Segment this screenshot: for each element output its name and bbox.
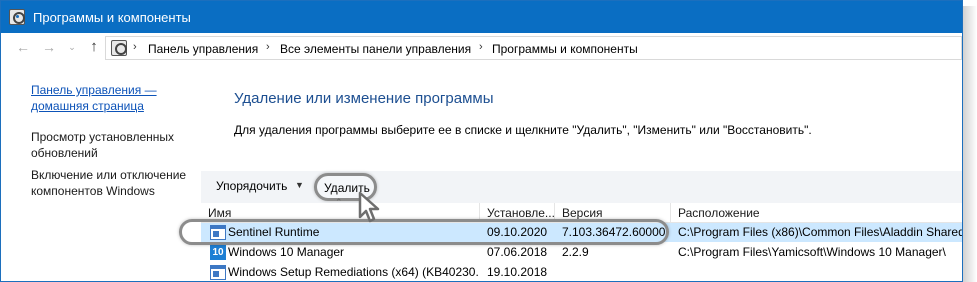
breadcrumb-separator-icon[interactable]: › — [479, 41, 483, 53]
window-shadow — [963, 6, 977, 282]
table-row[interactable]: 10 Windows 10 Manager 07.06.2018 2.2.9 C… — [201, 243, 962, 262]
arrow-right-icon[interactable]: → — [41, 39, 57, 55]
arrow-up-icon[interactable]: ↑ — [86, 39, 102, 55]
arrow-left-icon[interactable]: ← — [15, 39, 31, 55]
program-version — [562, 263, 670, 282]
program-window-icon — [210, 265, 226, 280]
program-installed-date: 07.06.2018 — [487, 245, 548, 259]
page-title: Удаление или изменение программы — [234, 90, 494, 107]
program-location: C:\Program Files\Yamicsoft\Windows 10 Ma… — [678, 245, 946, 259]
control-panel-icon — [111, 40, 127, 56]
mouse-pointer-icon — [358, 191, 380, 223]
breadcrumb-all-items[interactable]: Все элементы панели управления — [280, 42, 471, 56]
program-location — [678, 263, 962, 282]
windows10-manager-icon: 10 — [210, 245, 226, 260]
column-header-location[interactable]: Расположение — [671, 203, 962, 223]
sidebar-link-home[interactable]: Панель управления — домашняя страница — [31, 82, 201, 114]
window-title: Программы и компоненты — [33, 10, 191, 25]
program-name: Windows 10 Manager — [228, 245, 345, 259]
organize-button[interactable]: Упорядочить — [216, 179, 287, 193]
program-version: 2.2.9 — [562, 245, 589, 259]
selection-highlight-ring — [179, 219, 669, 245]
navigation-bar: ← → ⌄ ↑ › Панель управления › Все элемен… — [1, 33, 962, 63]
sort-arrow-icon: ⌃ — [335, 197, 343, 207]
breadcrumb-separator-icon[interactable]: › — [266, 41, 270, 53]
breadcrumb-control-panel[interactable]: Панель управления — [148, 42, 258, 56]
dropdown-caret-icon[interactable]: ▼ — [295, 180, 304, 190]
table-row[interactable]: Windows Setup Remediations (x64) (KB4023… — [201, 263, 962, 282]
sidebar-link-updates[interactable]: Просмотр установленных обновлений — [31, 129, 201, 161]
breadcrumb-programs[interactable]: Программы и компоненты — [492, 42, 638, 56]
program-name: Windows Setup Remediations (x64) (KB4023… — [228, 265, 478, 279]
address-bar[interactable]: › Панель управления › Все элементы панел… — [105, 36, 962, 60]
breadcrumb-separator-icon[interactable]: › — [133, 41, 137, 53]
page-description: Для удаления программы выберите ее в спи… — [234, 123, 812, 137]
sidebar-link-windows-features[interactable]: Включение или отключение компонентов Win… — [31, 167, 201, 199]
toolbar: Упорядочить ▼ Удалить — [201, 171, 962, 203]
title-bar[interactable]: Программы и компоненты — [1, 1, 962, 33]
program-installed-date: 19.10.2018 — [487, 265, 548, 279]
program-location: C:\Program Files (x86)\Common Files\Alad… — [678, 225, 962, 239]
chevron-down-icon[interactable]: ⌄ — [64, 39, 80, 55]
control-panel-icon — [9, 9, 25, 25]
